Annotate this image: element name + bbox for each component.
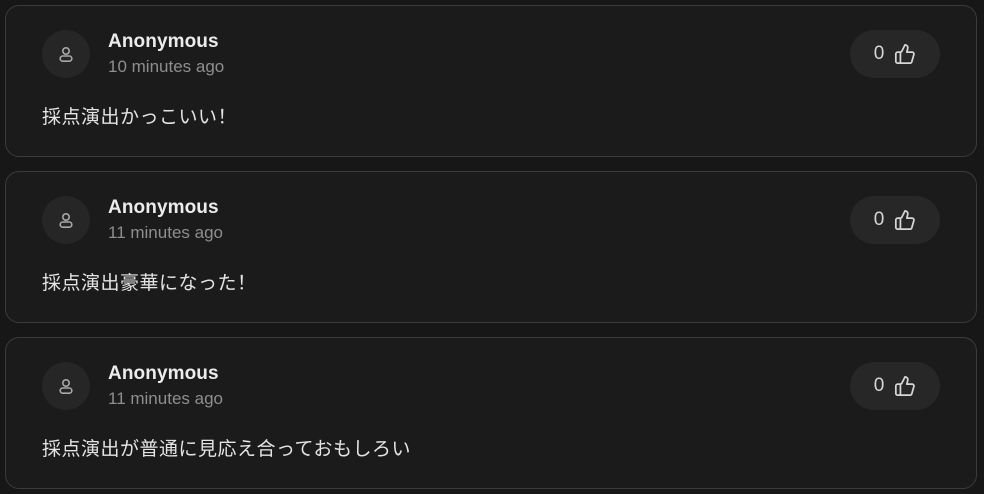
comment-author: Anonymous [108, 363, 219, 384]
comment-text: 採点演出豪華になった！ [42, 272, 257, 294]
comment-card: Anonymous 11 minutes ago 0 採点演出豪華になった！ [5, 171, 977, 323]
like-count: 0 [873, 375, 885, 396]
user-icon [59, 378, 73, 394]
avatar [42, 30, 90, 78]
comment-list: Anonymous 10 minutes ago 0 採点演出かっこいい！ An… [0, 0, 984, 494]
user-icon [59, 46, 73, 62]
like-button[interactable]: 0 [850, 196, 940, 244]
comment-text: 採点演出が普通に見応え合っておもしろい [42, 438, 411, 460]
comment-author: Anonymous [108, 197, 219, 218]
like-count: 0 [873, 43, 885, 64]
thumbs-up-icon [895, 209, 916, 231]
comment-card: Anonymous 10 minutes ago 0 採点演出かっこいい！ [5, 5, 977, 157]
comment-text: 採点演出かっこいい！ [42, 106, 238, 128]
avatar [42, 362, 90, 410]
comment-timestamp: 11 minutes ago [108, 389, 223, 408]
like-button[interactable]: 0 [850, 362, 940, 410]
like-count: 0 [873, 209, 885, 230]
user-icon [59, 212, 73, 228]
like-button[interactable]: 0 [850, 30, 940, 78]
comment-card: Anonymous 11 minutes ago 0 採点演出が普通に見応え合っ… [5, 337, 977, 489]
comment-timestamp: 10 minutes ago [108, 57, 225, 76]
avatar [42, 196, 90, 244]
comment-timestamp: 11 minutes ago [108, 223, 223, 242]
thumbs-up-icon [895, 43, 916, 65]
comment-author: Anonymous [108, 31, 219, 52]
thumbs-up-icon [895, 375, 916, 397]
